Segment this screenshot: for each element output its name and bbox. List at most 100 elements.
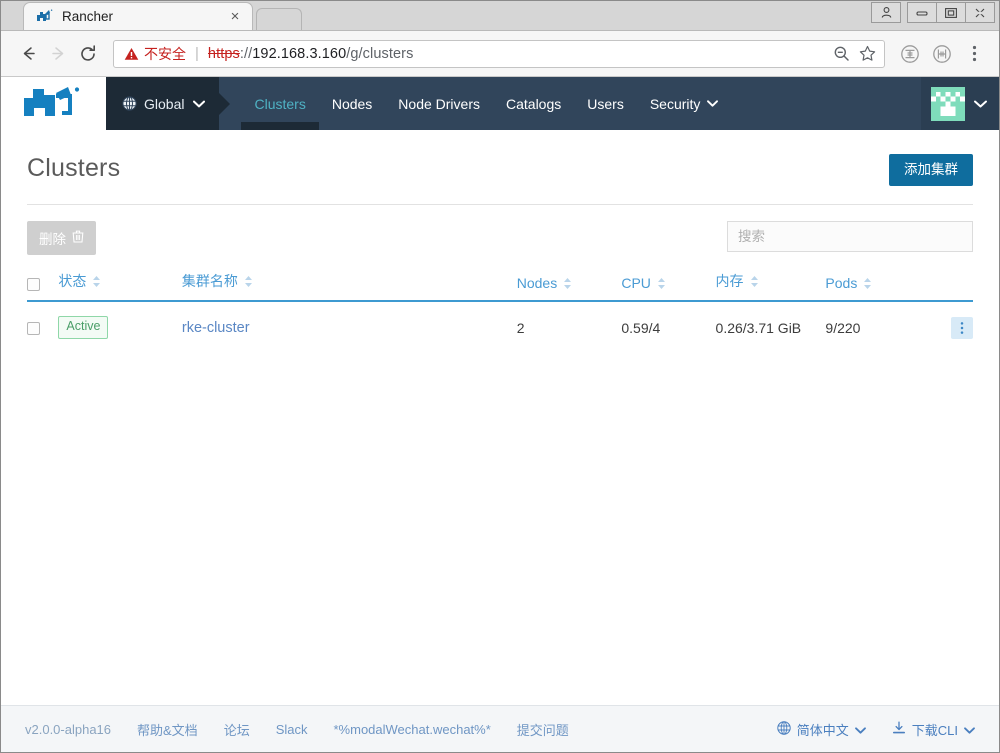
nav-item-label: Users — [587, 95, 624, 112]
footer-link-wechat[interactable]: *%modalWechat.wechat%* — [334, 722, 491, 737]
star-icon[interactable] — [854, 41, 880, 67]
column-header-actions — [924, 265, 973, 303]
cell-cluster-name: rke-cluster — [182, 301, 517, 352]
cell-actions — [925, 301, 973, 352]
sort-icon — [92, 275, 101, 288]
row-select-cell — [27, 301, 58, 352]
cell-cpu: 0.59/4 — [621, 319, 661, 336]
browser-tab-rancher[interactable]: Rancher × — [23, 2, 253, 30]
row-checkbox[interactable] — [27, 322, 40, 336]
warning-triangle-icon — [124, 47, 139, 61]
app-footer: v2.0.0-alpha16 帮助&文档 论坛 Slack *%modalWec… — [1, 705, 999, 752]
extension-icon[interactable] — [895, 39, 925, 69]
column-header-nodes[interactable]: Nodes — [516, 265, 622, 303]
nav-item-clusters[interactable]: Clusters — [241, 77, 320, 130]
sort-icon — [244, 275, 253, 288]
url-path: /g/clusters — [346, 45, 414, 62]
delete-button[interactable]: 删除 — [27, 221, 96, 256]
search-input[interactable] — [727, 221, 973, 253]
content-empty-area — [1, 353, 999, 705]
nav-item-nodes[interactable]: Nodes — [319, 77, 385, 130]
footer-link-submit-issue[interactable]: 提交问题 — [517, 720, 569, 739]
chevron-down-icon — [974, 100, 987, 108]
new-tab-button[interactable] — [256, 8, 302, 30]
minimize-icon[interactable] — [907, 2, 937, 23]
close-icon[interactable] — [965, 2, 995, 23]
globe-icon — [777, 720, 791, 738]
nav-item-security[interactable]: Security — [637, 77, 732, 130]
cluster-link[interactable]: rke-cluster — [182, 320, 250, 336]
select-all-checkbox[interactable] — [27, 277, 40, 291]
vertical-dots-icon — [960, 321, 964, 334]
nav-item-label: Security — [649, 95, 701, 112]
footer-version: v2.0.0-alpha16 — [25, 721, 112, 737]
url-host: 192.168.3.160 — [252, 45, 347, 62]
column-header-pods[interactable]: Pods — [825, 265, 925, 303]
nav-item-users[interactable]: Users — [574, 77, 637, 130]
reload-icon[interactable] — [73, 39, 103, 69]
forward-arrow-icon[interactable] — [43, 39, 73, 69]
browser-window: Rancher × 不安全 | https://192.168.3.160/g/… — [0, 0, 1000, 753]
table-row[interactable]: Active rke-cluster 2 0.59/4 0.26/3.71 Gi… — [27, 301, 973, 352]
footer-link-forum[interactable]: 论坛 — [224, 720, 250, 739]
rancher-cow-icon — [36, 9, 53, 25]
sort-icon — [863, 277, 872, 290]
chevron-down-icon — [854, 722, 866, 737]
footer-link-slack[interactable]: Slack — [276, 722, 308, 737]
clusters-table: 状态 集群名称 Nodes CPU 内存 Pods Active rke-clu… — [27, 265, 973, 353]
row-actions-button[interactable] — [951, 316, 973, 339]
download-cli-label: 下载CLI — [911, 722, 958, 738]
language-selector[interactable]: 简体中文 — [777, 720, 866, 739]
nav-item-catalogs[interactable]: Catalogs — [493, 77, 574, 130]
column-header-label: 内存 — [715, 273, 744, 290]
table-toolbar: 删除 — [1, 205, 999, 256]
rancher-cow-logo[interactable] — [1, 77, 106, 130]
sort-icon — [563, 277, 572, 290]
omnibox-divider: | — [195, 45, 199, 62]
globe-icon — [122, 96, 137, 111]
nav-item-label: Clusters — [254, 95, 306, 112]
column-header-memory[interactable]: 内存 — [715, 265, 826, 303]
footer-link-help-docs[interactable]: 帮助&文档 — [137, 720, 198, 739]
user-menu[interactable] — [921, 77, 999, 130]
browser-titlebar: Rancher × — [1, 1, 999, 31]
cell-state: Active — [58, 301, 181, 352]
extension-icon[interactable] — [927, 39, 957, 69]
column-header-cluster-name[interactable]: 集群名称 — [181, 265, 517, 303]
page-header: Clusters 添加集群 — [1, 130, 999, 187]
cell-pods: 9/220 — [825, 319, 861, 336]
global-navbar: Global Clusters Nodes Node Drivers Catal… — [106, 77, 999, 130]
maximize-icon[interactable] — [936, 2, 966, 23]
context-switcher[interactable]: Global — [106, 77, 231, 130]
nav-item-node-drivers[interactable]: Node Drivers — [385, 77, 493, 130]
chevron-down-icon — [707, 100, 719, 107]
column-header-label: Pods — [825, 275, 858, 292]
url-separator: :// — [239, 45, 253, 62]
column-header-cpu[interactable]: CPU — [621, 265, 716, 303]
browser-toolbar: 不安全 | https://192.168.3.160/g/clusters — [1, 31, 999, 77]
address-bar[interactable]: 不安全 | https://192.168.3.160/g/clusters — [113, 39, 885, 68]
chevron-down-icon — [964, 722, 975, 737]
sort-icon — [657, 277, 666, 290]
person-icon[interactable] — [871, 2, 901, 23]
nav-item-label: Catalogs — [506, 95, 562, 112]
chevron-down-icon — [193, 100, 206, 108]
app-header: Global Clusters Nodes Node Drivers Catal… — [1, 77, 999, 130]
cell-nodes: 2 — [516, 319, 525, 336]
three-dot-menu-icon[interactable] — [959, 39, 989, 69]
close-icon[interactable]: × — [226, 9, 244, 24]
back-arrow-icon[interactable] — [13, 39, 43, 69]
url-text: https://192.168.3.160/g/clusters — [208, 46, 828, 62]
column-header-state[interactable]: 状态 — [58, 265, 182, 303]
trash-icon — [72, 230, 84, 246]
url-scheme: https — [207, 45, 240, 62]
add-cluster-button[interactable]: 添加集群 — [889, 154, 973, 187]
download-cli-selector[interactable]: 下载CLI — [892, 720, 975, 739]
context-arrow — [219, 92, 231, 115]
table-body: Active rke-cluster 2 0.59/4 0.26/3.71 Gi… — [27, 301, 973, 352]
nav-item-label: Node Drivers — [398, 95, 480, 112]
tab-title: Rancher — [62, 9, 114, 24]
column-header-label: 状态 — [58, 273, 87, 290]
zoom-out-icon[interactable] — [828, 41, 854, 67]
